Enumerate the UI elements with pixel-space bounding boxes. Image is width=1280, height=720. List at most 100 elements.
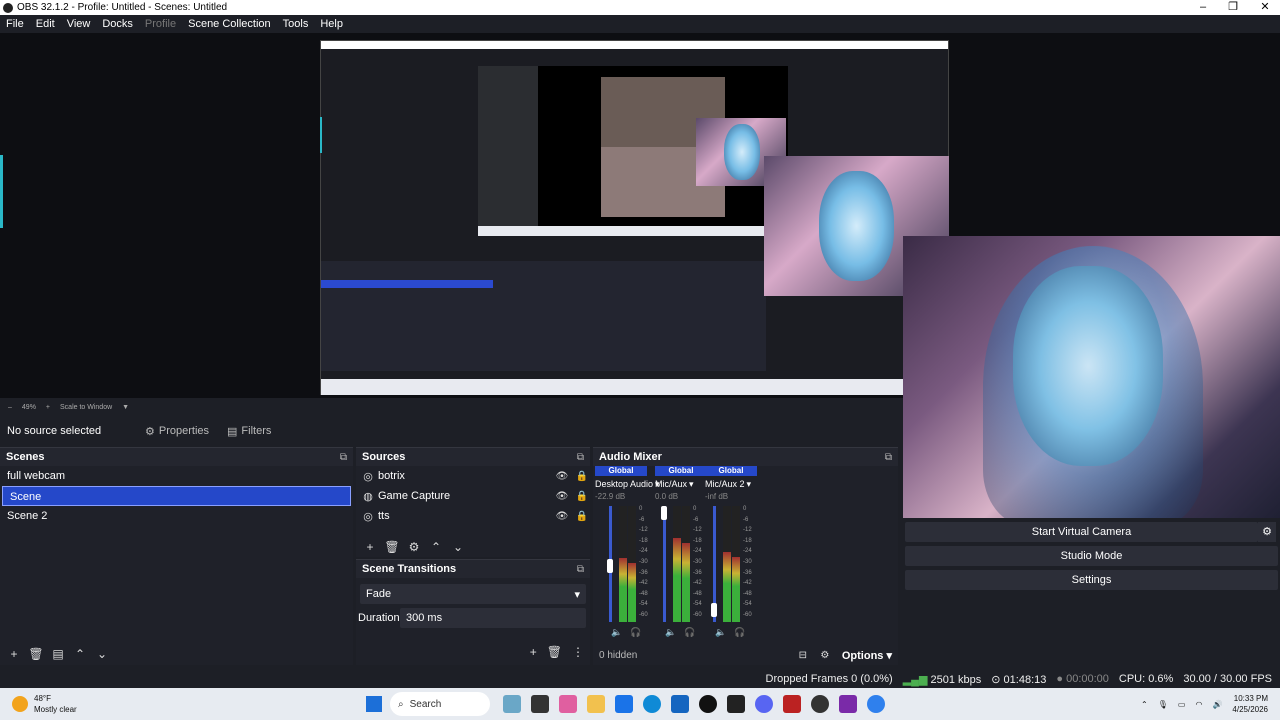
chevron-down-icon[interactable]: ▼: [122, 404, 129, 411]
undock-icon[interactable]: ⧉: [577, 564, 584, 575]
transition-select[interactable]: Fade ▾: [360, 584, 586, 604]
app-icon[interactable]: [867, 695, 885, 713]
add-icon[interactable]: +: [530, 645, 537, 659]
mic-app-icon[interactable]: [699, 695, 717, 713]
display-icon[interactable]: ▭: [1178, 700, 1186, 709]
undock-icon[interactable]: ⧉: [340, 452, 347, 463]
lock-icon[interactable]: 🔒: [574, 471, 590, 482]
menu-tools[interactable]: Tools: [277, 18, 315, 30]
chevron-up-icon[interactable]: ⌃: [427, 540, 445, 554]
undock-icon[interactable]: ⧉: [885, 452, 892, 463]
source-item[interactable]: ◎ tts 👁 🔒: [356, 506, 590, 526]
layout-icon[interactable]: ⊟: [792, 650, 814, 661]
gear-icon[interactable]: ⚙: [1258, 522, 1276, 542]
channel-name[interactable]: Mic/Aux 2 ▾: [705, 476, 757, 492]
channel-db: -22.9 dB: [595, 492, 626, 501]
source-item[interactable]: ◍ Game Capture 👁 🔒: [356, 486, 590, 506]
add-icon[interactable]: +: [361, 540, 379, 554]
taskbar-search[interactable]: ⌕ Search: [390, 692, 490, 716]
eye-icon[interactable]: 👁: [554, 491, 570, 502]
headphones-icon[interactable]: 🎧: [734, 627, 745, 638]
properties-button[interactable]: ⚙ Properties: [145, 425, 209, 438]
menu-scene-collection[interactable]: Scene Collection: [182, 18, 277, 30]
app-icon[interactable]: [839, 695, 857, 713]
app-icon[interactable]: [727, 695, 745, 713]
zoom-out-button[interactable]: –: [8, 404, 12, 411]
filters-button[interactable]: ▤ Filters: [227, 425, 271, 438]
undock-icon[interactable]: ⧉: [577, 452, 584, 463]
weather-widget[interactable]: 48°F Mostly clear: [0, 693, 360, 715]
filter-icon[interactable]: ▤: [49, 647, 67, 661]
trash-icon[interactable]: 🗑: [27, 647, 45, 661]
lock-icon[interactable]: 🔒: [574, 511, 590, 522]
scenes-title: Scenes: [6, 451, 45, 463]
zoom-mode[interactable]: Scale to Window: [60, 404, 112, 411]
studio-mode-button[interactable]: Studio Mode: [905, 546, 1278, 566]
source-item[interactable]: ◎ botrix 👁 🔒: [356, 466, 590, 486]
headphones-icon[interactable]: 🎧: [684, 627, 695, 638]
wifi-icon[interactable]: ◠: [1195, 700, 1202, 709]
volume-fader-track[interactable]: [663, 506, 666, 622]
scene-item-selected[interactable]: Scene: [2, 486, 351, 506]
file-explorer-icon[interactable]: [587, 695, 605, 713]
menu-view[interactable]: View: [61, 18, 97, 30]
volume-fader-knob[interactable]: [607, 559, 613, 574]
chevron-up-icon[interactable]: ⌃: [1141, 700, 1148, 709]
options-button[interactable]: Options ▾: [842, 649, 892, 662]
maximize-button[interactable]: ❐: [1218, 0, 1248, 15]
trash-icon[interactable]: 🗑: [547, 645, 562, 659]
volume-fader-knob[interactable]: [661, 506, 667, 520]
globe-icon: ◎: [363, 510, 373, 523]
discord-icon[interactable]: [755, 695, 773, 713]
scenes-dock: Scenes ⧉ full webcam Scene Scene 2 + 🗑 ▤…: [0, 447, 353, 665]
volume-fader-knob[interactable]: [711, 602, 717, 617]
headphones-icon[interactable]: 🎧: [630, 627, 641, 638]
mute-icon[interactable]: 🔈: [715, 627, 726, 638]
mute-icon[interactable]: 🔈: [611, 627, 622, 638]
volume-icon[interactable]: 🔊: [1212, 700, 1222, 709]
gear-icon[interactable]: ⚙: [405, 540, 423, 554]
chevron-down-icon[interactable]: ⌄: [449, 540, 467, 554]
copilot-icon[interactable]: [559, 695, 577, 713]
scene-item[interactable]: full webcam: [0, 466, 353, 486]
channel-name[interactable]: Mic/Aux ▾: [655, 476, 707, 492]
captured-selection: [321, 280, 493, 288]
minimize-button[interactable]: –: [1188, 0, 1218, 15]
menu-help[interactable]: Help: [314, 18, 349, 30]
channel-name[interactable]: Desktop Audio ▾: [595, 476, 660, 492]
add-icon[interactable]: +: [5, 647, 23, 661]
edge-icon[interactable]: [643, 695, 661, 713]
game-icon[interactable]: [503, 695, 521, 713]
close-button[interactable]: ✕: [1250, 0, 1280, 15]
scene-item[interactable]: Scene 2: [0, 506, 353, 526]
start-virtual-camera-button[interactable]: Start Virtual Camera: [905, 522, 1258, 542]
eye-icon[interactable]: 👁: [554, 511, 570, 522]
clock[interactable]: 10:33 PM 4/25/2026: [1232, 693, 1268, 715]
zoom-in-button[interactable]: +: [46, 404, 50, 411]
menu-docks[interactable]: Docks: [96, 18, 139, 30]
weather-desc: Mostly clear: [34, 705, 77, 714]
menu-profile[interactable]: Profile: [139, 18, 182, 30]
more-icon[interactable]: ⋮: [572, 645, 584, 659]
store-icon[interactable]: [615, 695, 633, 713]
windows-start-icon[interactable]: [366, 696, 382, 712]
menu-file[interactable]: File: [0, 18, 30, 30]
chevron-down-icon[interactable]: ⌄: [93, 647, 111, 661]
lock-icon[interactable]: 🔒: [574, 491, 590, 502]
mute-icon[interactable]: 🔈: [665, 627, 676, 638]
settings-button[interactable]: Settings: [905, 570, 1278, 590]
app-icon[interactable]: [783, 695, 801, 713]
eye-icon[interactable]: 👁: [554, 471, 570, 482]
duration-input[interactable]: 300 ms: [400, 608, 586, 628]
advanced-settings-icon[interactable]: ⚙: [814, 650, 836, 661]
menu-edit[interactable]: Edit: [30, 18, 61, 30]
hidden-count: 0 hidden: [599, 649, 638, 661]
level-meter: [673, 506, 681, 622]
task-view-icon[interactable]: [531, 695, 549, 713]
mic-icon[interactable]: 🎙: [1158, 700, 1168, 709]
obs-icon[interactable]: [811, 695, 829, 713]
vscode-icon[interactable]: [671, 695, 689, 713]
trash-icon[interactable]: 🗑: [383, 540, 401, 554]
chevron-up-icon[interactable]: ⌃: [71, 647, 89, 661]
webcam-source-large[interactable]: [903, 236, 1280, 518]
